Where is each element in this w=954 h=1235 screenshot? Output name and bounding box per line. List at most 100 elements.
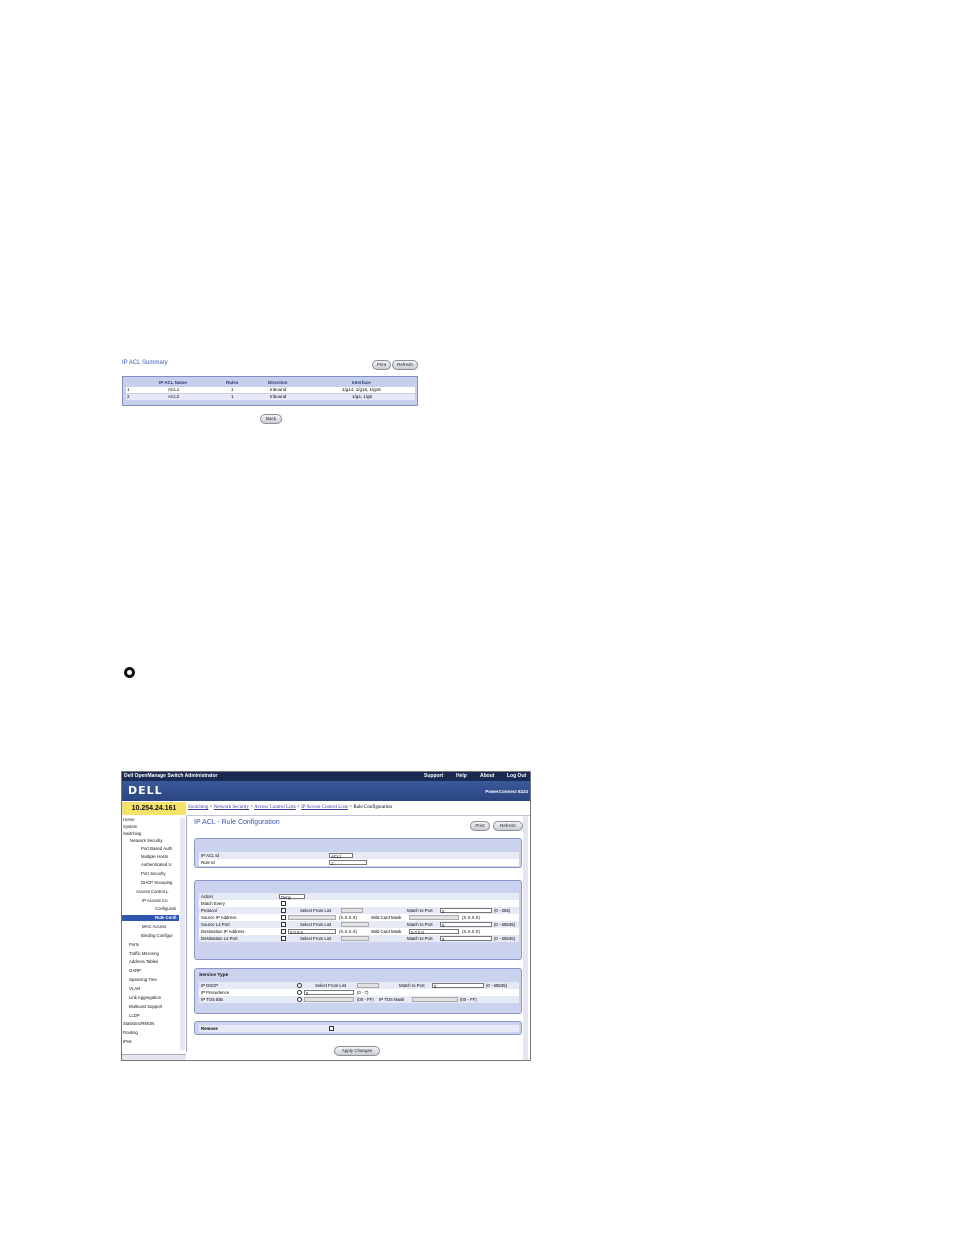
- protocol-list-select[interactable]: [341, 908, 363, 913]
- crumb-network-security[interactable]: Network Security: [214, 805, 249, 810]
- precedence-input[interactable]: 0: [304, 990, 354, 996]
- tos-bits-range: (00 - FF): [357, 997, 374, 1002]
- crumb-ip-acl[interactable]: IP Access Control Lists: [301, 805, 348, 810]
- rule-configuration-screenshot: Dell OpenManage Switch Administrator Sup…: [121, 771, 531, 1061]
- menu-about[interactable]: About: [480, 772, 494, 781]
- acl-name-link[interactable]: ACL2: [168, 394, 179, 400]
- wildcard-hint: (X.X.X.X): [462, 915, 480, 920]
- protocol-checkbox[interactable]: [281, 908, 286, 913]
- wildcard-hint: (X.X.X.X): [462, 929, 480, 934]
- rule-panel: Action Deny Match Every Protocol Select …: [194, 880, 522, 960]
- tos-bits-input[interactable]: [304, 997, 354, 1002]
- source-l4-port-input[interactable]: 0: [440, 922, 492, 928]
- tree-dhcp-snooping[interactable]: DHCP Snooping: [141, 880, 172, 886]
- source-l4-checkbox[interactable]: [281, 922, 286, 927]
- tree-routing[interactable]: Routing: [123, 1030, 138, 1036]
- direction: Inbound: [270, 387, 287, 392]
- acl-name-link[interactable]: ACL1: [168, 387, 179, 393]
- match-every-checkbox[interactable]: [281, 901, 286, 906]
- tree-scrollbar[interactable]: [180, 818, 185, 1050]
- tree-ip-access-control[interactable]: IP Access Co: [142, 898, 167, 904]
- protocol-port-input[interactable]: 0: [440, 908, 492, 914]
- source-ip-checkbox[interactable]: [281, 915, 286, 920]
- dscp-port-input[interactable]: 0: [432, 983, 484, 989]
- ip-tos-radio[interactable]: [297, 997, 302, 1002]
- destination-wildcard-input[interactable]: 0.0.0.0: [409, 929, 459, 935]
- rule-id-select[interactable]: 1: [329, 860, 367, 866]
- protocol-label: Protocol: [201, 908, 217, 913]
- ip-precedence-label: IP Precedence: [201, 990, 230, 995]
- tree-binding-configuration[interactable]: Binding Configur: [141, 933, 173, 939]
- destination-l4-list-select[interactable]: [341, 936, 369, 941]
- tree-configuration[interactable]: Configurati: [155, 906, 176, 912]
- tree-multiple-hosts[interactable]: Multiple Hosts: [141, 854, 168, 860]
- destination-ip-input[interactable]: 0.0.0.0: [288, 929, 336, 935]
- tree-authenticated-users[interactable]: Authenticated U: [141, 862, 172, 868]
- ip-precedence-radio[interactable]: [297, 990, 302, 995]
- action-select[interactable]: Deny: [279, 894, 305, 900]
- tree-link-aggregation[interactable]: Link Aggregation: [129, 995, 161, 1001]
- source-wildcard-input[interactable]: [409, 915, 459, 920]
- ip-precedence-row: IP Precedence 0 (0 - 7): [199, 989, 519, 996]
- content-scrollbar[interactable]: [523, 816, 528, 1060]
- source-ip-hint: (X.X.X.X): [339, 915, 357, 920]
- table-row[interactable]: 1 ACL1 1 Inbound 1/g14, 1/g15, 1/g16: [126, 387, 415, 393]
- summary-title: IP ACL Summary: [122, 360, 168, 366]
- acl-id-label: IP ACL Id: [201, 853, 219, 858]
- refresh-button[interactable]: Refresh: [392, 360, 418, 370]
- tree-multicast-support[interactable]: Multicast Support: [129, 1004, 162, 1010]
- menu-logout[interactable]: Log Out: [507, 772, 526, 781]
- print-button[interactable]: Print: [470, 821, 490, 831]
- refresh-button[interactable]: Refresh: [493, 821, 523, 831]
- back-button[interactable]: Back: [260, 414, 282, 424]
- app-title: Dell OpenManage Switch Administrator: [124, 773, 218, 779]
- crumb-switching[interactable]: Switching: [188, 805, 208, 810]
- acl-id-select[interactable]: ACL1: [329, 853, 353, 859]
- tree-switching[interactable]: Switching: [123, 831, 141, 837]
- destination-ip-checkbox[interactable]: [281, 929, 286, 934]
- crumb-current: Rule Configuration: [353, 805, 393, 810]
- tree-system[interactable]: System: [123, 824, 137, 830]
- tree-port-security[interactable]: Port Security: [141, 871, 166, 877]
- destination-l4-port-input[interactable]: 0: [440, 936, 492, 942]
- apply-changes-button[interactable]: Apply Changes: [334, 1046, 380, 1056]
- col-direction: Direction: [268, 380, 288, 385]
- source-l4-list-select[interactable]: [341, 922, 369, 927]
- dell-logo: DELL: [128, 784, 163, 797]
- tree-traffic-mirroring[interactable]: Traffic Mirroring: [129, 951, 159, 957]
- ip-acl-summary-screenshot: IP ACL Summary Print Refresh IP ACL Name…: [122, 358, 420, 426]
- tree-statistics-rmon[interactable]: Statistics/RMON: [123, 1021, 155, 1027]
- tree-port-based-auth[interactable]: Port Based Auth: [141, 846, 172, 852]
- tree-ports[interactable]: Ports: [129, 942, 139, 948]
- tree-rule-configuration[interactable]: Rule Confi: [122, 915, 179, 921]
- tree-vlan[interactable]: VLAN: [129, 986, 140, 992]
- tree-network-security[interactable]: Network Security: [130, 838, 162, 844]
- menu-support[interactable]: Support: [424, 772, 443, 781]
- table-header: IP ACL Name Rules Direction Interface: [126, 380, 415, 386]
- tree-ipv6[interactable]: IPv6: [123, 1039, 132, 1045]
- table-row[interactable]: 2 ACL2 1 Inbound 1/g4, 1/g5: [126, 394, 415, 400]
- tree-home[interactable]: Home: [123, 817, 134, 823]
- remove-checkbox[interactable]: [329, 1026, 334, 1031]
- tree-spanning-tree[interactable]: Spanning Tree: [129, 977, 157, 983]
- source-ip-row: Source IP Address (X.X.X.X) Wild Card Ma…: [199, 914, 519, 921]
- print-button[interactable]: Print: [372, 360, 391, 370]
- tree-garp[interactable]: GARP: [129, 968, 141, 974]
- interface-list: 1/g14, 1/g15, 1/g16: [342, 387, 381, 392]
- app-title-bar: Dell OpenManage Switch Administrator Sup…: [122, 772, 530, 781]
- crumb-acl[interactable]: Access Control Lists: [254, 805, 296, 810]
- tos-mask-label: IP TOS Mask: [379, 997, 405, 1002]
- tree-access-control-lists[interactable]: Access Control L: [136, 889, 168, 895]
- tree-lldp[interactable]: LLDP: [129, 1013, 140, 1019]
- ip-dscp-radio[interactable]: [297, 983, 302, 988]
- tree-mac-access[interactable]: MAC Access: [142, 924, 166, 930]
- source-ip-input[interactable]: [288, 915, 336, 920]
- menu-help[interactable]: Help: [456, 772, 467, 781]
- remove-row: Remove: [199, 1025, 519, 1032]
- destination-l4-checkbox[interactable]: [281, 936, 286, 941]
- brand-banner: DELL PowerConnect 6224: [122, 781, 530, 801]
- tree-address-tables[interactable]: Address Tables: [129, 959, 158, 965]
- dscp-list-select[interactable]: [357, 983, 379, 988]
- tos-mask-input[interactable]: [412, 997, 458, 1002]
- tree-horizontal-scrollbar[interactable]: [122, 1054, 186, 1060]
